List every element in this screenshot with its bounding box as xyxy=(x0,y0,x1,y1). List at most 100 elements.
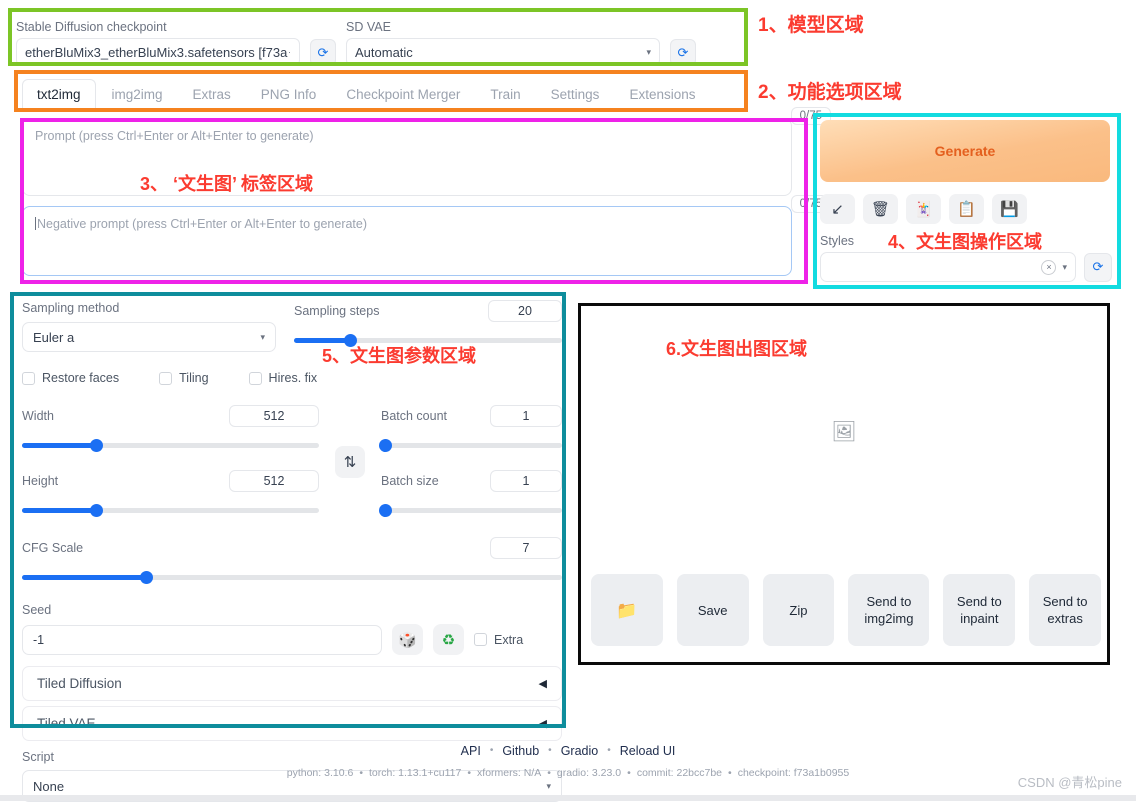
sampling-method-label: Sampling method xyxy=(22,301,120,315)
trash-button[interactable]: 🗑 xyxy=(863,194,898,224)
save-button[interactable]: Save xyxy=(676,574,749,646)
dimensions-group: Width 512 Height 512 xyxy=(22,405,319,518)
batch-count-value[interactable]: 1 xyxy=(490,405,562,427)
floppy-save-button[interactable]: 💾 xyxy=(992,194,1027,224)
footer-link-api[interactable]: API xyxy=(461,744,481,758)
tiling-checkbox[interactable]: Tiling xyxy=(159,371,209,385)
send-to-img2img-button[interactable]: Send to img2img xyxy=(848,574,930,646)
checkpoint-select[interactable]: etherBluMix3_etherBluMix3.safetensors [f… xyxy=(16,38,300,66)
tab-extras[interactable]: Extras xyxy=(179,80,245,109)
negative-prompt-textarea[interactable]: Negative prompt (press Ctrl+Enter or Alt… xyxy=(22,195,831,276)
footer-link-gradio[interactable]: Gradio xyxy=(561,744,599,758)
refresh-icon: ⟳ xyxy=(1092,259,1104,274)
slider-fill xyxy=(22,442,97,448)
arrow-down-left-button[interactable]: ↙ xyxy=(820,194,855,224)
zip-button[interactable]: Zip xyxy=(762,574,835,646)
refresh-styles-button[interactable]: ⟳ xyxy=(1084,252,1112,282)
checkpoint-value: etherBluMix3_etherBluMix3.safetensors [f… xyxy=(25,44,288,60)
tiled-diffusion-accordion[interactable]: Tiled Diffusion ◀ xyxy=(22,666,562,701)
save-button-label: Save xyxy=(697,602,728,618)
tab-extensions[interactable]: Extensions xyxy=(615,80,709,109)
chevron-down-icon: ▾ xyxy=(546,780,551,791)
batch-count-label: Batch count xyxy=(381,409,448,423)
slider-knob[interactable] xyxy=(90,438,104,452)
random-seed-button[interactable]: 🎲 xyxy=(392,624,423,655)
footer-separator: • xyxy=(359,767,363,779)
prompt-textarea[interactable]: Prompt (press Ctrl+Enter or Alt+Enter to… xyxy=(22,107,831,196)
sampling-method-select[interactable]: Euler a ▾ xyxy=(22,322,276,352)
cfg-scale-slider[interactable] xyxy=(22,569,562,585)
footer-link-reload-ui[interactable]: Reload UI xyxy=(620,744,676,758)
action-icon-row: ↙ 🗑 🃏 📋 💾 xyxy=(820,194,1112,224)
swap-dimensions-button[interactable]: ⇅ xyxy=(335,445,365,478)
send-to-inpaint-button[interactable]: Send to inpaint xyxy=(943,574,1016,646)
batch-group: Batch count 1 Batch size 1 xyxy=(378,405,562,518)
open-folder-button[interactable]: 📁 xyxy=(591,574,663,646)
batch-size-value[interactable]: 1 xyxy=(490,470,562,492)
footer-separator: • xyxy=(489,745,494,756)
restore-faces-checkbox[interactable]: Restore faces xyxy=(22,371,119,385)
clear-icon[interactable]: × xyxy=(1041,259,1057,275)
height-value[interactable]: 512 xyxy=(229,470,319,492)
slider-knob[interactable] xyxy=(90,503,104,517)
tab-settings[interactable]: Settings xyxy=(537,80,614,109)
annotation-6-txt2img-output: 6.文生图出图区域 xyxy=(666,339,808,359)
slider-knob[interactable] xyxy=(140,570,154,584)
generate-panel: Generate ↙ 🗑 🃏 📋 💾 Styles × ▾ ⟳ xyxy=(820,120,1112,282)
footer-separator: • xyxy=(728,767,732,779)
seed-value: -1 xyxy=(33,632,45,647)
styles-select[interactable]: × ▾ xyxy=(820,252,1076,282)
batch-size-slider[interactable] xyxy=(378,502,562,518)
image-gallery[interactable]: 🖼 xyxy=(581,306,1107,556)
dice-icon: 🎲 xyxy=(398,631,417,649)
checkbox-icon[interactable] xyxy=(474,633,487,646)
footer-link-github[interactable]: Github xyxy=(502,744,539,758)
seed-input[interactable]: -1 xyxy=(22,624,382,655)
vae-select[interactable]: Automatic ▾ xyxy=(346,38,660,66)
chevron-down-icon: ▾ xyxy=(646,46,651,57)
annotation-5-txt2img-params: 5、文生图参数区域 xyxy=(322,346,477,366)
text-cursor-icon xyxy=(35,217,36,230)
collapse-arrow-icon: ◀ xyxy=(538,678,547,690)
send-to-img2img-button-label: Send to img2img xyxy=(864,594,914,626)
tab-png-info[interactable]: PNG Info xyxy=(247,80,331,109)
sampling-steps-label: Sampling steps xyxy=(294,304,380,318)
batch-count-slider[interactable] xyxy=(378,437,562,453)
slider-knob[interactable] xyxy=(378,438,392,452)
extra-seed-checkbox[interactable]: Extra xyxy=(474,633,523,647)
tab-train[interactable]: Train xyxy=(476,80,534,109)
send-to-extras-button-label: Send to extras xyxy=(1042,594,1088,626)
sampling-steps-value[interactable]: 20 xyxy=(488,300,562,322)
checkbox-icon[interactable] xyxy=(159,371,173,385)
clipboard-button[interactable]: 📋 xyxy=(949,194,984,224)
refresh-vae-button[interactable]: ⟳ xyxy=(670,39,696,66)
checkpoint-label: Stable Diffusion checkpoint xyxy=(16,20,167,34)
tab-checkpoint-merger[interactable]: Checkpoint Merger xyxy=(332,80,474,109)
refresh-checkpoint-button[interactable]: ⟳ xyxy=(310,39,336,66)
footer-separator: • xyxy=(607,745,611,756)
send-to-extras-button[interactable]: Send to extras xyxy=(1029,574,1102,646)
hires-fix-checkbox[interactable]: Hires. fix xyxy=(248,371,317,385)
height-slider[interactable] xyxy=(22,502,319,518)
width-value[interactable]: 512 xyxy=(229,405,319,427)
refresh-icon: ⟳ xyxy=(317,44,329,60)
vae-field-group: SD VAE Automatic ▾ xyxy=(346,20,660,66)
prompt-placeholder: Prompt (press Ctrl+Enter or Alt+Enter to… xyxy=(35,129,314,143)
paintbrush-button[interactable]: 🃏 xyxy=(906,194,941,224)
width-slider[interactable] xyxy=(22,437,319,453)
watermark: CSDN @青松pine xyxy=(1017,775,1122,790)
tab-img2img[interactable]: img2img xyxy=(98,80,177,109)
txt2img-parameters-panel: Sampling method Euler a ▾ Sampling steps… xyxy=(22,300,562,802)
arrow-down-left-icon: ↙ xyxy=(831,201,844,218)
tab-txt2img[interactable]: txt2img xyxy=(22,79,96,110)
tiled-vae-accordion[interactable]: Tiled VAE ◀ xyxy=(22,706,562,741)
checkbox-icon[interactable] xyxy=(248,371,262,385)
vae-label: SD VAE xyxy=(346,20,391,34)
checkpoint-field-group: Stable Diffusion checkpoint etherBluMix3… xyxy=(16,20,300,66)
slider-knob[interactable] xyxy=(378,503,392,517)
reuse-seed-button[interactable]: ♻ xyxy=(433,624,464,655)
footer-version-item: xformers: N/A xyxy=(477,767,542,779)
cfg-scale-value[interactable]: 7 xyxy=(490,537,562,559)
checkbox-icon[interactable] xyxy=(22,371,35,385)
generate-button[interactable]: Generate xyxy=(820,120,1110,182)
